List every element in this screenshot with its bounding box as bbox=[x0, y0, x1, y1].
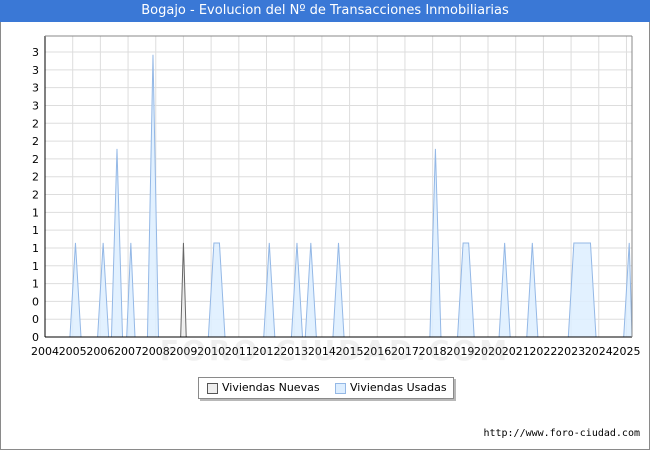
legend-label-nuevas: Viviendas Nuevas bbox=[222, 381, 320, 394]
legend-swatch-usadas bbox=[335, 383, 346, 394]
x-tick-label: 2024 bbox=[585, 345, 613, 358]
y-tick-label: 3 bbox=[32, 82, 39, 95]
y-tick-label: 2 bbox=[32, 171, 39, 184]
chart-area: 2004 2005 2006 2007 2008 2009 2010 2011 2012 2013… bbox=[31, 35, 640, 358]
y-tick-label: 1 bbox=[32, 278, 39, 291]
y-tick-label: 1 bbox=[32, 206, 39, 219]
x-tick-label: 2004 bbox=[31, 345, 59, 358]
watermark: FORO-CIUDAD.COM bbox=[159, 334, 511, 367]
legend-swatch-nuevas bbox=[207, 383, 218, 394]
y-tick-label: 3 bbox=[32, 46, 39, 59]
legend-item-nuevas: Viviendas Nuevas bbox=[207, 378, 327, 398]
x-tick-label: 2025 bbox=[612, 345, 640, 358]
legend: Viviendas Nuevas Viviendas Usadas bbox=[198, 377, 454, 399]
chart-title: Bogajo - Evolucion del Nº de Transaccion… bbox=[0, 0, 650, 22]
x-tick-label: 2005 bbox=[59, 345, 87, 358]
y-tick-label: 3 bbox=[32, 64, 39, 77]
y-tick-label: 2 bbox=[32, 153, 39, 166]
y-tick-label: 0 bbox=[32, 331, 39, 344]
y-tick-label: 0 bbox=[32, 313, 39, 326]
footer-url: http://www.foro-ciudad.com bbox=[483, 428, 640, 439]
legend-label-usadas: Viviendas Usadas bbox=[350, 381, 447, 394]
y-tick-label: 1 bbox=[32, 242, 39, 255]
y-tick-label: 2 bbox=[32, 117, 39, 130]
x-tick-label: 2006 bbox=[86, 345, 114, 358]
y-tick-label: 1 bbox=[32, 224, 39, 237]
x-tick-label: 2023 bbox=[557, 345, 585, 358]
y-tick-label: 2 bbox=[32, 189, 39, 202]
y-tick-label: 1 bbox=[32, 260, 39, 273]
y-tick-label: 2 bbox=[32, 135, 39, 148]
y-tick-label: 3 bbox=[32, 99, 39, 112]
legend-item-usadas: Viviendas Usadas bbox=[335, 378, 453, 398]
y-tick-label: 0 bbox=[32, 295, 39, 308]
